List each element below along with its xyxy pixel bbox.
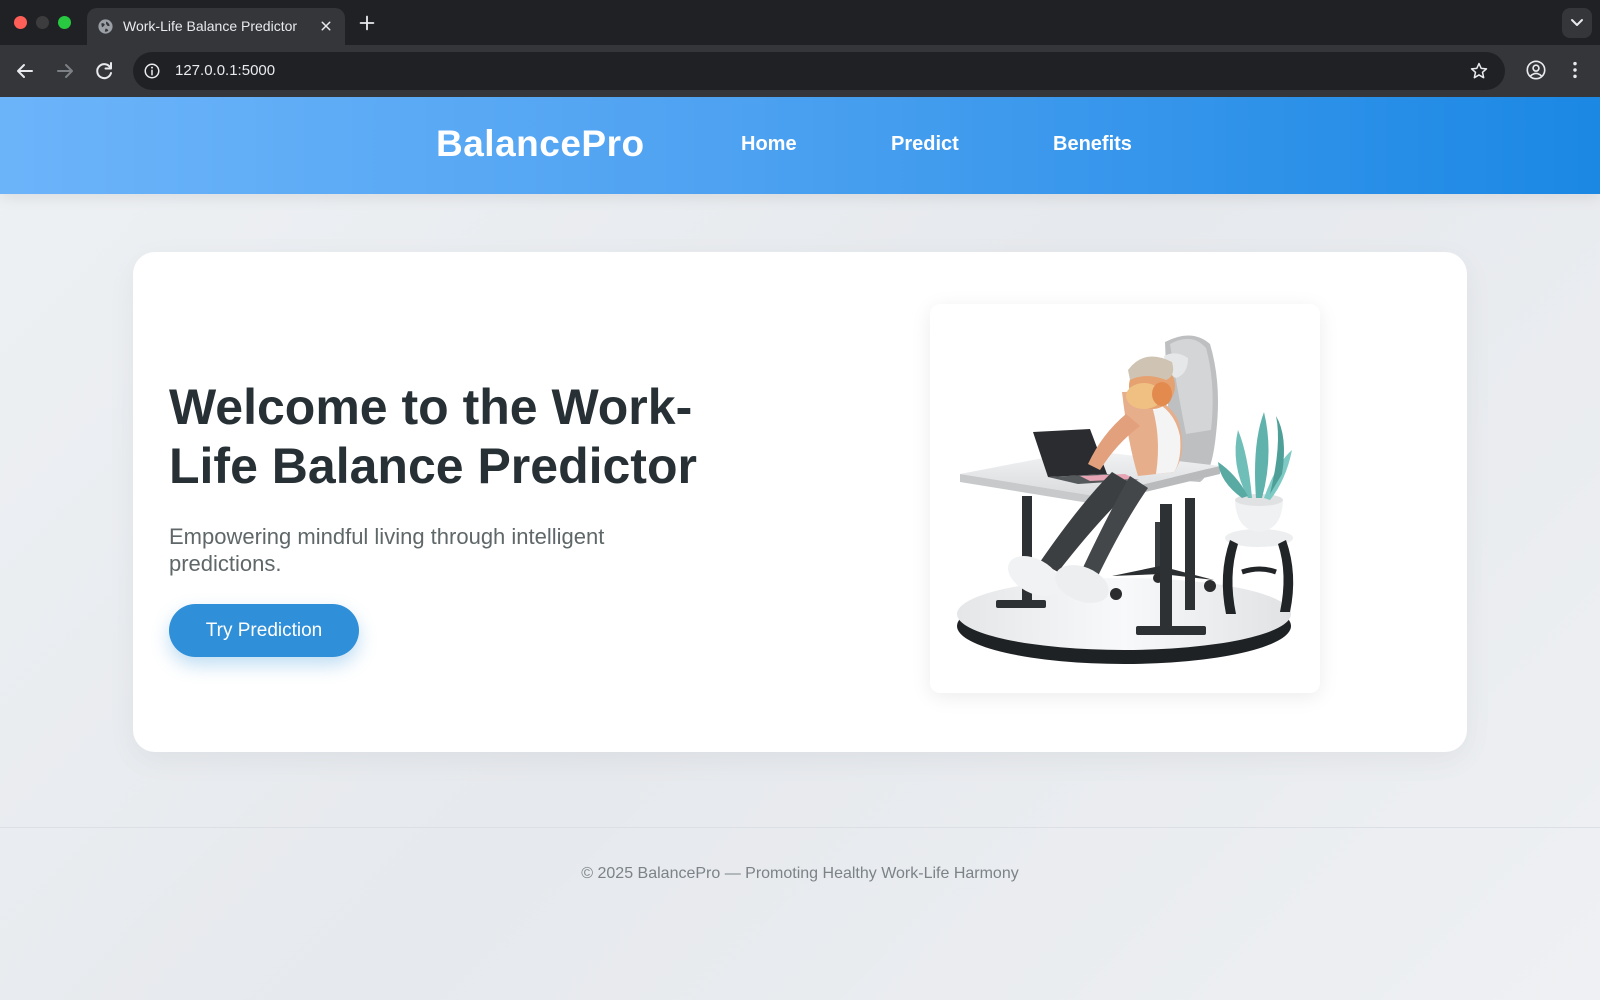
star-icon[interactable] [1469,61,1489,81]
footer-divider [0,827,1600,828]
hero-subtitle: Empowering mindful living through intell… [169,524,605,576]
browser-toolbar: 127.0.0.1:5000 [0,45,1600,97]
tab-title: Work-Life Balance Predictor [123,18,298,34]
window-minimize-button[interactable] [36,16,49,29]
forward-arrow-icon[interactable] [53,59,77,83]
chevron-down-icon [1571,19,1583,26]
desk-worker-illustration [957,335,1294,664]
brand-logo[interactable]: BalancePro [436,123,645,165]
back-arrow-icon[interactable] [13,59,37,83]
more-vert-icon[interactable] [1564,59,1586,81]
info-icon[interactable] [143,62,161,80]
footer-copyright: © 2025 BalancePro — Promoting Healthy Wo… [581,865,1019,882]
page-viewport: BalancePro Home Predict Benefits Welcome… [0,97,1600,1000]
browser-tab[interactable]: Work-Life Balance Predictor [87,8,345,45]
hero-card: Welcome to the Work-Life Balance Predict… [133,252,1467,752]
try-prediction-button[interactable]: Try Prediction [169,604,359,657]
hero-illustration [930,304,1320,693]
url-text: 127.0.0.1:5000 [175,62,276,79]
browser-titlebar: Work-Life Balance Predictor [0,0,1600,45]
site-header: BalancePro Home Predict Benefits [0,97,1600,194]
nav-predict-link[interactable]: Predict [891,133,959,156]
nav-home-link[interactable]: Home [741,133,797,156]
nav-benefits-link[interactable]: Benefits [1053,133,1132,156]
tab-search-button[interactable] [1562,8,1592,38]
profile-icon[interactable] [1525,59,1547,81]
plus-icon[interactable] [356,12,378,34]
window-close-button[interactable] [14,16,27,29]
globe-icon [98,19,113,34]
window-maximize-button[interactable] [58,16,71,29]
address-bar[interactable]: 127.0.0.1:5000 [133,52,1505,90]
close-icon[interactable] [317,17,335,35]
hero-title: Welcome to the Work-Life Balance Predict… [169,379,697,494]
reload-icon[interactable] [92,59,116,83]
